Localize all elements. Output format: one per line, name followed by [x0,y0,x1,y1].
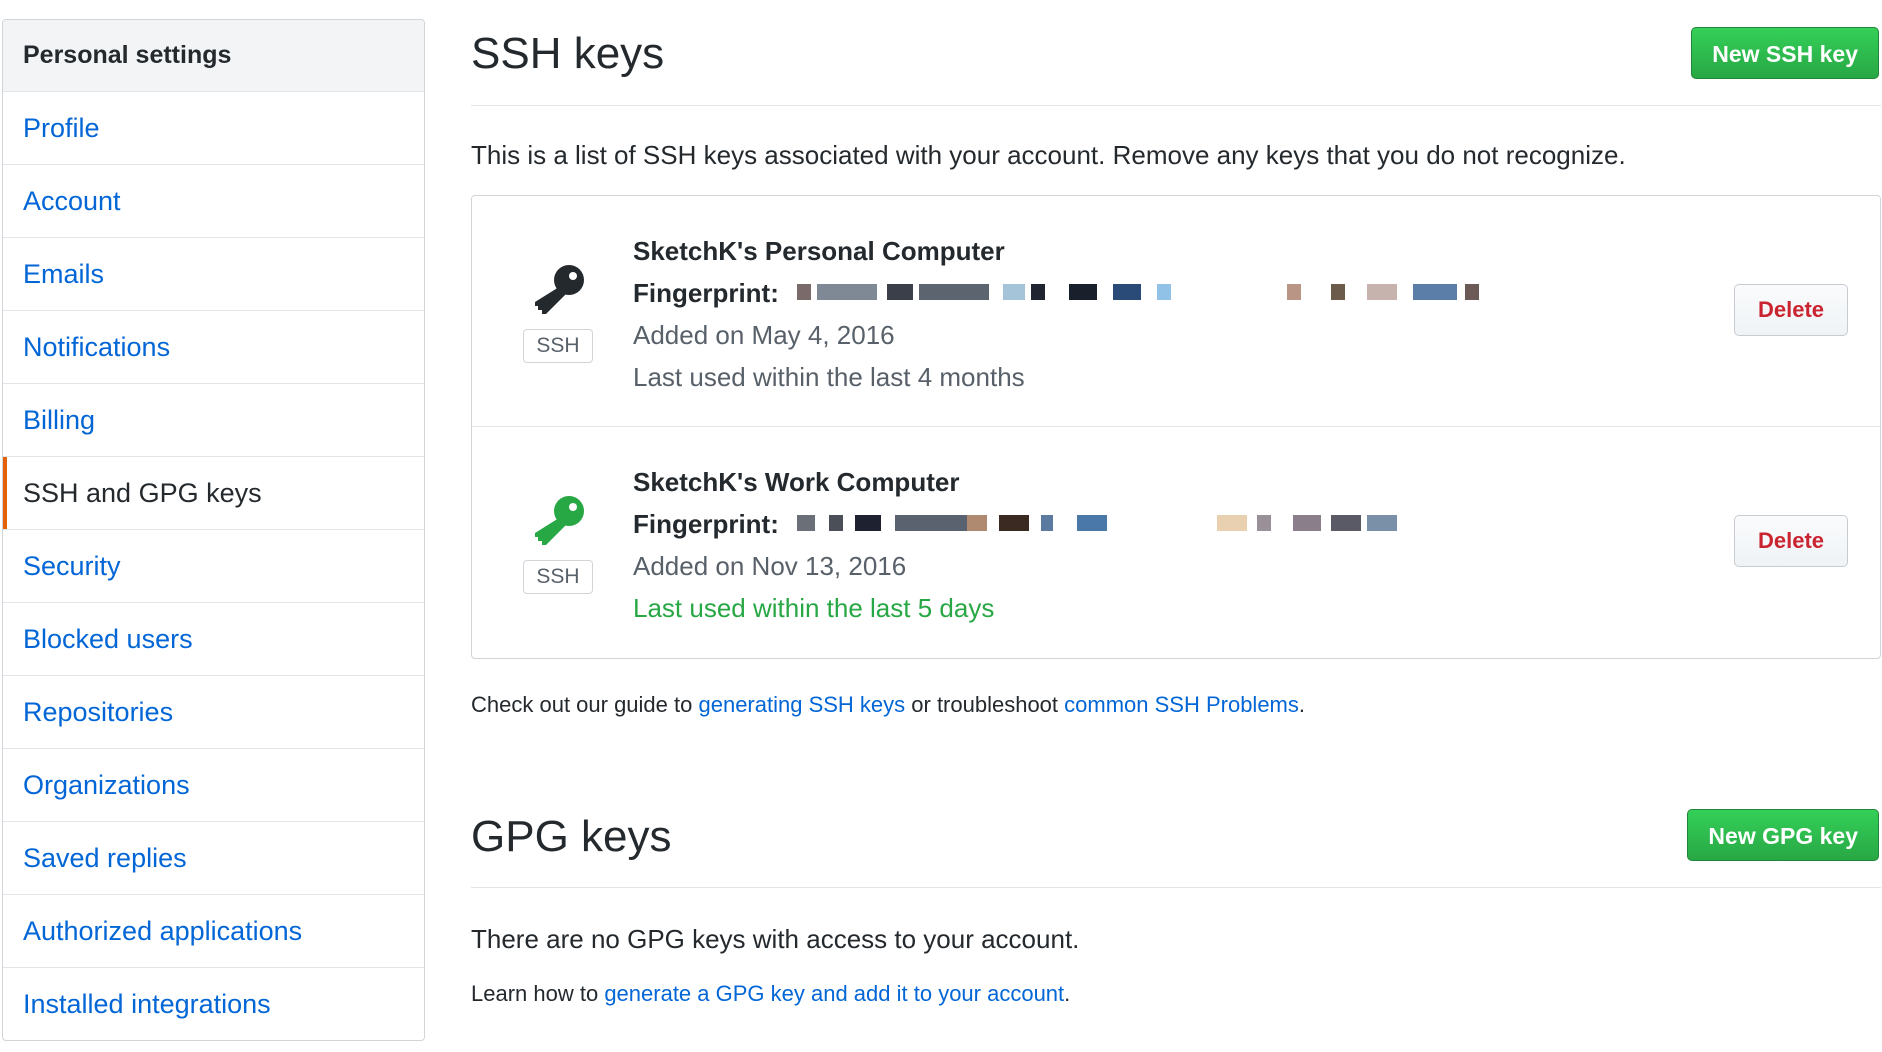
main-content: SSH keys New SSH key This is a list of S… [471,0,1882,1052]
sidebar-item-security[interactable]: Security [3,530,424,603]
gpg-section-header: GPG keys New GPG key [471,782,1881,888]
ssh-key-item: SSH SketchK's Work Computer Fingerprint: [472,427,1880,657]
sidebar-menu: Profile Account Emails Notifications Billing… [3,92,424,1040]
delete-ssh-key-button[interactable]: Delete [1734,284,1848,336]
ssh-key-item: SSH SketchK's Personal Computer Fingerpr… [472,196,1880,427]
learn-prefix: Learn how to [471,981,605,1006]
key-icon [535,496,584,545]
ssh-keys-list: SSH SketchK's Personal Computer Fingerpr… [471,195,1881,659]
sidebar-item-organizations[interactable]: Organizations [3,749,424,822]
ssh-key-fingerprint: Fingerprint: [633,503,1397,545]
ssh-guide-text: Check out our guide to generating SSH ke… [471,692,1305,718]
ssh-key-title: SketchK's Personal Computer [633,236,1005,266]
gpg-learn-text: Learn how to generate a GPG key and add … [471,981,1070,1007]
generate-gpg-key-link[interactable]: generate a GPG key and add it to your ac… [604,981,1064,1006]
fingerprint-label: Fingerprint: [633,278,779,308]
ssh-key-details: SketchK's Personal Computer Fingerprint: [633,230,1479,398]
ssh-badge: SSH [523,560,593,594]
ssh-key-last-used: Last used within the last 5 days [633,593,995,623]
sidebar-item-authorized-applications[interactable]: Authorized applications [3,895,424,968]
ssh-key-last-used: Last used within the last 4 months [633,362,1025,392]
ssh-key-added-date: Added on Nov 13, 2016 [633,551,907,581]
ssh-intro-text: This is a list of SSH keys associated wi… [471,140,1626,170]
ssh-key-added-date: Added on May 4, 2016 [633,320,895,350]
sidebar-item-account[interactable]: Account [3,165,424,238]
delete-ssh-key-button[interactable]: Delete [1734,515,1848,567]
sidebar-item-billing[interactable]: Billing [3,384,424,457]
sidebar-item-profile[interactable]: Profile [3,92,424,165]
generating-ssh-keys-link[interactable]: generating SSH keys [698,692,905,717]
new-gpg-key-button[interactable]: New GPG key [1687,809,1879,861]
sidebar-item-repositories[interactable]: Repositories [3,676,424,749]
guide-prefix: Check out our guide to [471,692,699,717]
sidebar-item-saved-replies[interactable]: Saved replies [3,822,424,895]
common-ssh-problems-link[interactable]: common SSH Problems [1064,692,1299,717]
fingerprint-label: Fingerprint: [633,509,779,539]
fingerprint-redacted [797,515,1517,533]
sidebar-item-blocked-users[interactable]: Blocked users [3,603,424,676]
ssh-key-title: SketchK's Work Computer [633,467,960,497]
ssh-key-details: SketchK's Work Computer Fingerprint: Add… [633,461,1397,629]
fingerprint-redacted [797,284,1517,302]
sidebar-item-notifications[interactable]: Notifications [3,311,424,384]
settings-sidebar: Personal settings Profile Account Emails No… [2,19,425,1041]
sidebar-item-installed-integrations[interactable]: Installed integrations [3,968,424,1040]
key-icon [535,265,584,314]
sidebar-header: Personal settings [3,20,424,92]
gpg-keys-title: GPG keys [471,812,672,861]
ssh-keys-title: SSH keys [471,29,665,78]
sidebar-item-ssh-gpg-keys[interactable]: SSH and GPG keys [3,457,424,530]
learn-suffix: . [1064,981,1071,1006]
guide-middle: or troubleshoot [905,692,1065,717]
ssh-section-header: SSH keys New SSH key [471,0,1881,106]
ssh-key-fingerprint: Fingerprint: [633,272,1479,314]
no-gpg-keys-text: There are no GPG keys with access to you… [471,924,1080,954]
sidebar-item-emails[interactable]: Emails [3,238,424,311]
new-ssh-key-button[interactable]: New SSH key [1691,27,1879,79]
ssh-badge: SSH [523,329,593,363]
guide-suffix: . [1298,692,1306,717]
